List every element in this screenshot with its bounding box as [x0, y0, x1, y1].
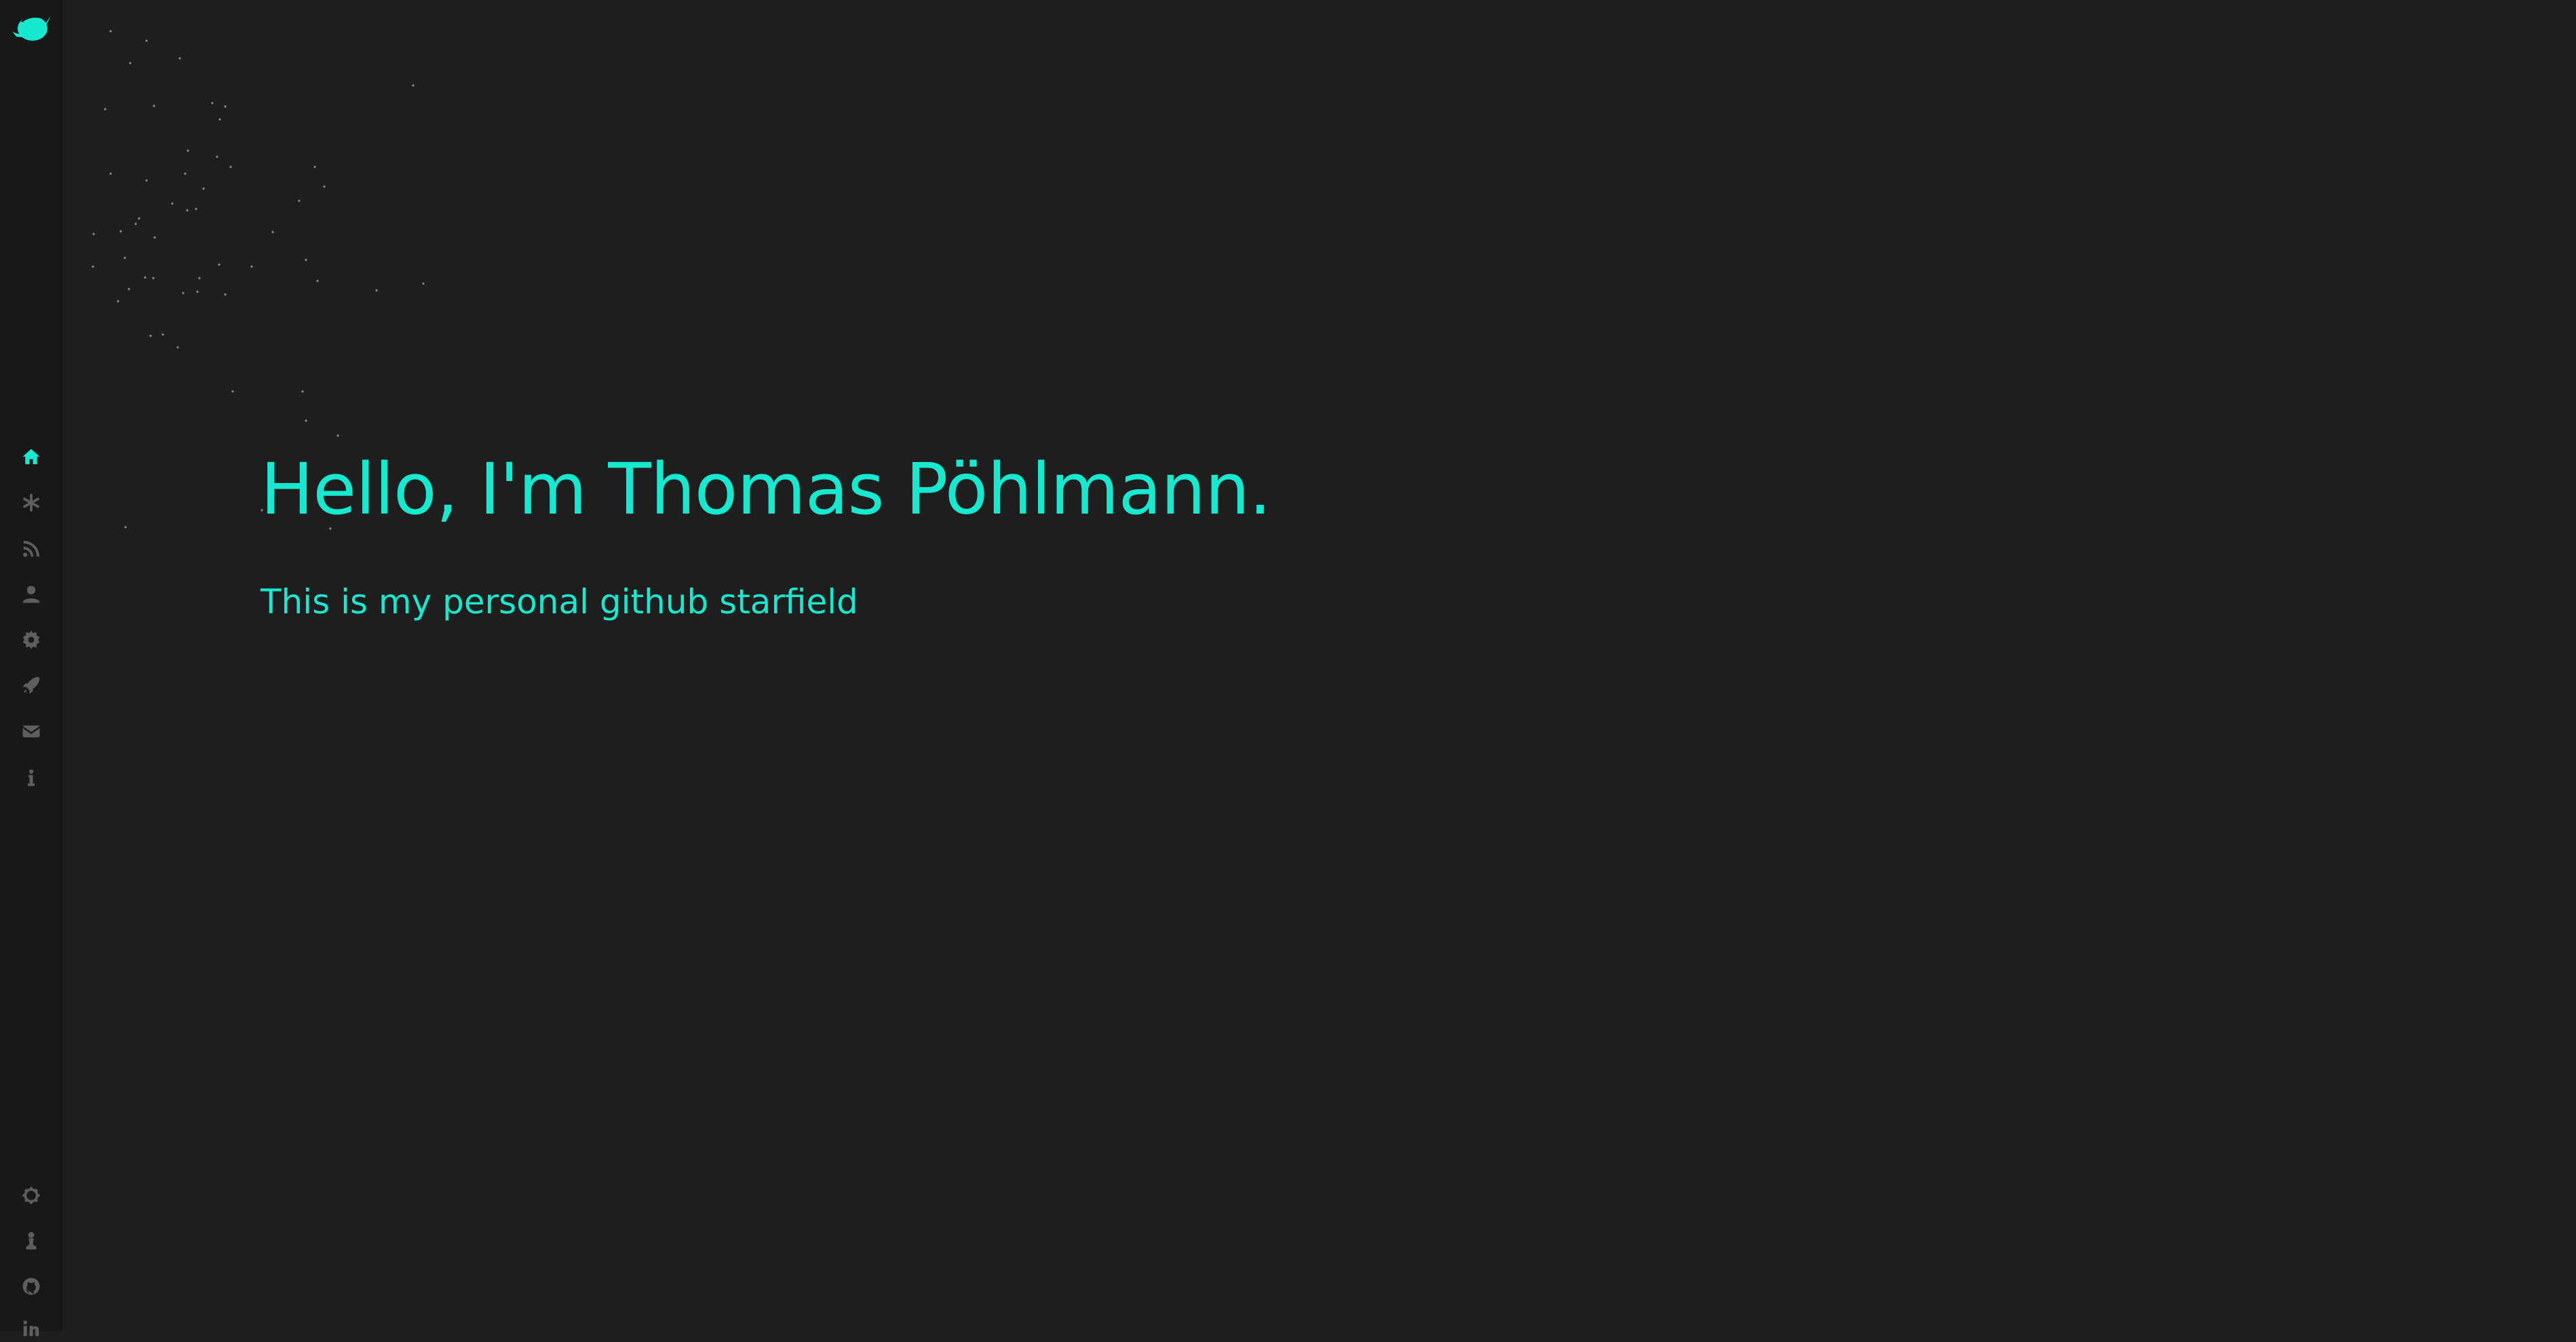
- envelope-icon[interactable]: [18, 718, 45, 745]
- linkedin-icon[interactable]: [18, 1315, 45, 1342]
- asterisk-icon[interactable]: [18, 489, 45, 516]
- settings-cog-icon[interactable]: [18, 1182, 45, 1209]
- github-icon[interactable]: [18, 1273, 45, 1300]
- rss-icon[interactable]: [18, 535, 45, 562]
- home-icon[interactable]: [18, 443, 45, 470]
- starfield: [92, 30, 425, 530]
- chess-pawn-icon[interactable]: [18, 1227, 45, 1254]
- gear-icon[interactable]: [18, 626, 45, 653]
- leaf-globe-logo[interactable]: [7, 7, 54, 47]
- info-icon[interactable]: [18, 764, 45, 791]
- main-content: Hello, I'm Thomas Pöhlmann. This is my p…: [62, 0, 2576, 1331]
- user-icon[interactable]: [18, 581, 45, 608]
- sidebar: [0, 0, 62, 1337]
- page-title: Hello, I'm Thomas Pöhlmann.: [261, 448, 1271, 531]
- rocket-icon[interactable]: [18, 672, 45, 699]
- page-subtitle: This is my personal github starfield: [261, 582, 858, 621]
